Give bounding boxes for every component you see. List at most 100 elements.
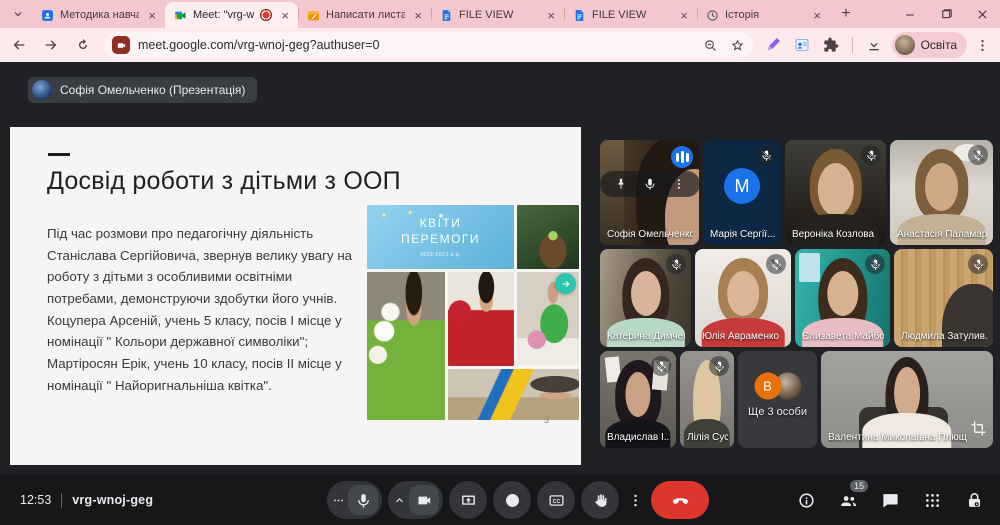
participant-tile[interactable]: MМарія Сергії...	[703, 140, 781, 245]
reactions-icon	[504, 492, 521, 509]
participant-tile[interactable]: Людмила Затулив...	[894, 249, 993, 347]
browser-tab-strip: Методика навчан×Meet: "vrg-wn×Написати л…	[0, 0, 1000, 28]
collage-photo-boy-red-flower	[448, 272, 514, 366]
participant-name: Марія Сергії...	[710, 229, 775, 240]
meet-icon	[174, 9, 187, 22]
mic-muted-icon	[666, 254, 686, 274]
file-icon	[573, 9, 586, 22]
chat-icon	[881, 491, 900, 510]
present-screen-button[interactable]	[449, 481, 487, 519]
more-dots-icon[interactable]	[329, 494, 347, 507]
history-icon	[706, 9, 719, 22]
participant-tile[interactable]: Катерина Димчен...	[600, 249, 691, 347]
reactions-button[interactable]	[493, 481, 531, 519]
captions-button[interactable]: CC	[537, 481, 575, 519]
poster-title-line1: КВІТИ	[420, 216, 462, 232]
reload-icon	[75, 37, 91, 53]
meet-page: Софія Омельченко (Презентація) Досвід ро…	[0, 62, 1000, 525]
participant-tile[interactable]: В Ще 3 особи	[738, 351, 817, 448]
presentation-slide[interactable]: Досвід роботи з дітьми з ООП Під час роз…	[10, 127, 581, 465]
collage-poster: КВІТИ ПЕРЕМОГИ 2022-2023 н.р.	[367, 205, 514, 269]
svg-text:CC: CC	[552, 498, 560, 504]
mic-muted-icon	[766, 254, 786, 274]
participant-name: Катерина Димчен...	[607, 331, 685, 342]
activities-button[interactable]	[923, 491, 942, 510]
participant-name: Владислав І...	[607, 432, 670, 443]
browser-tab[interactable]: Написати листа -×	[298, 2, 431, 28]
download-icon[interactable]	[866, 37, 882, 53]
camera-permission-icon[interactable]	[112, 36, 130, 54]
people-button[interactable]: 15	[839, 491, 858, 510]
chat-button[interactable]	[881, 491, 900, 510]
participant-tile[interactable]: Владислав І...	[600, 351, 676, 448]
slide-page-number: 3	[544, 415, 549, 425]
reload-button[interactable]	[70, 32, 96, 58]
tab-close-icon[interactable]: ×	[411, 8, 425, 23]
browser-menu-icon[interactable]	[975, 38, 990, 53]
browser-tab[interactable]: Історія×	[697, 2, 830, 28]
meet-bottom-bar: 12:53 vrg-wnoj-geg CC 15	[0, 475, 1000, 525]
host-controls-button[interactable]	[965, 491, 984, 510]
back-button[interactable]	[6, 32, 32, 58]
chevron-up-icon[interactable]	[390, 494, 408, 507]
tab-close-icon[interactable]: ×	[544, 8, 558, 23]
end-call-icon	[670, 490, 691, 511]
more-options-button[interactable]	[625, 481, 645, 519]
zoom-out-icon[interactable]	[703, 38, 718, 53]
tab-close-icon[interactable]: ×	[145, 8, 159, 23]
new-tab-button[interactable]: +	[834, 2, 858, 26]
minimize-window-button[interactable]	[892, 0, 928, 28]
participant-name: Людмила Затулив...	[901, 331, 987, 342]
address-bar[interactable]: meet.google.com/vrg-wnoj-geg?authuser=0	[104, 32, 753, 58]
avatar	[895, 35, 915, 55]
browser-tab[interactable]: FILE VIEW×	[564, 2, 697, 28]
participant-name: Лілія Сус	[687, 432, 728, 443]
pen-extension-icon[interactable]	[765, 37, 781, 53]
avatar	[32, 80, 52, 100]
tab-search-icon[interactable]	[6, 2, 30, 26]
mic-muted-icon	[861, 145, 881, 165]
collage-photo-boy-craft	[448, 369, 579, 420]
end-call-button[interactable]	[651, 481, 709, 519]
video-feed: В	[738, 351, 817, 448]
captions-icon: CC	[548, 492, 565, 509]
clock-time: 12:53	[20, 493, 51, 507]
participant-tile[interactable]: Валентина Миколаївна Плющ	[821, 351, 993, 448]
microphone-button[interactable]	[327, 481, 382, 519]
participant-tile[interactable]: Лілія Сус	[680, 351, 734, 448]
participant-name: Софія Омельченко	[607, 229, 693, 240]
info-button[interactable]	[797, 491, 816, 510]
profile-chip[interactable]: Освіта	[892, 32, 967, 58]
close-window-button[interactable]	[964, 0, 1000, 28]
url-text: meet.google.com/vrg-wnoj-geg?authuser=0	[138, 38, 695, 52]
tile-hover-controls[interactable]	[600, 171, 699, 197]
star-icon[interactable]	[730, 38, 745, 53]
back-icon	[11, 37, 27, 53]
browser-tab[interactable]: Методика навчан×	[32, 2, 165, 28]
raise-hand-button[interactable]	[581, 481, 619, 519]
forward-button[interactable]	[38, 32, 64, 58]
tab-close-icon[interactable]: ×	[677, 8, 691, 23]
tab-close-icon[interactable]: ×	[810, 8, 824, 23]
participant-count-badge: 15	[848, 478, 870, 494]
browser-tab[interactable]: FILE VIEW×	[431, 2, 564, 28]
tab-title: Meet: "vrg-wn	[193, 9, 254, 21]
compose-icon	[307, 9, 320, 22]
maximize-window-button[interactable]	[928, 0, 964, 28]
info-icon	[797, 491, 816, 510]
slide-next-arrow-icon	[555, 273, 576, 294]
tab-close-icon[interactable]: ×	[278, 8, 292, 23]
presenter-banner: Софія Омельченко (Презентація)	[28, 77, 257, 103]
participant-tile[interactable]: Софія Омельченко	[600, 140, 699, 245]
extensions-puzzle-icon[interactable]	[823, 37, 839, 53]
browser-tab[interactable]: Meet: "vrg-wn ×	[165, 2, 298, 28]
reader-extension-icon[interactable]	[794, 37, 810, 53]
participant-tile[interactable]: Єлизавета Майбо...	[795, 249, 890, 347]
participant-tile[interactable]: Вероніка Козлова	[785, 140, 886, 245]
slide-body-text: Під час розмови про педагогічну діяльніс…	[47, 223, 363, 396]
recording-indicator-icon	[260, 9, 272, 21]
participant-tile[interactable]: Юлія Авраменко	[695, 249, 791, 347]
slide-dash	[48, 153, 70, 156]
participant-tile[interactable]: Анастасія Паламар...	[890, 140, 993, 245]
camera-button[interactable]	[388, 481, 443, 519]
